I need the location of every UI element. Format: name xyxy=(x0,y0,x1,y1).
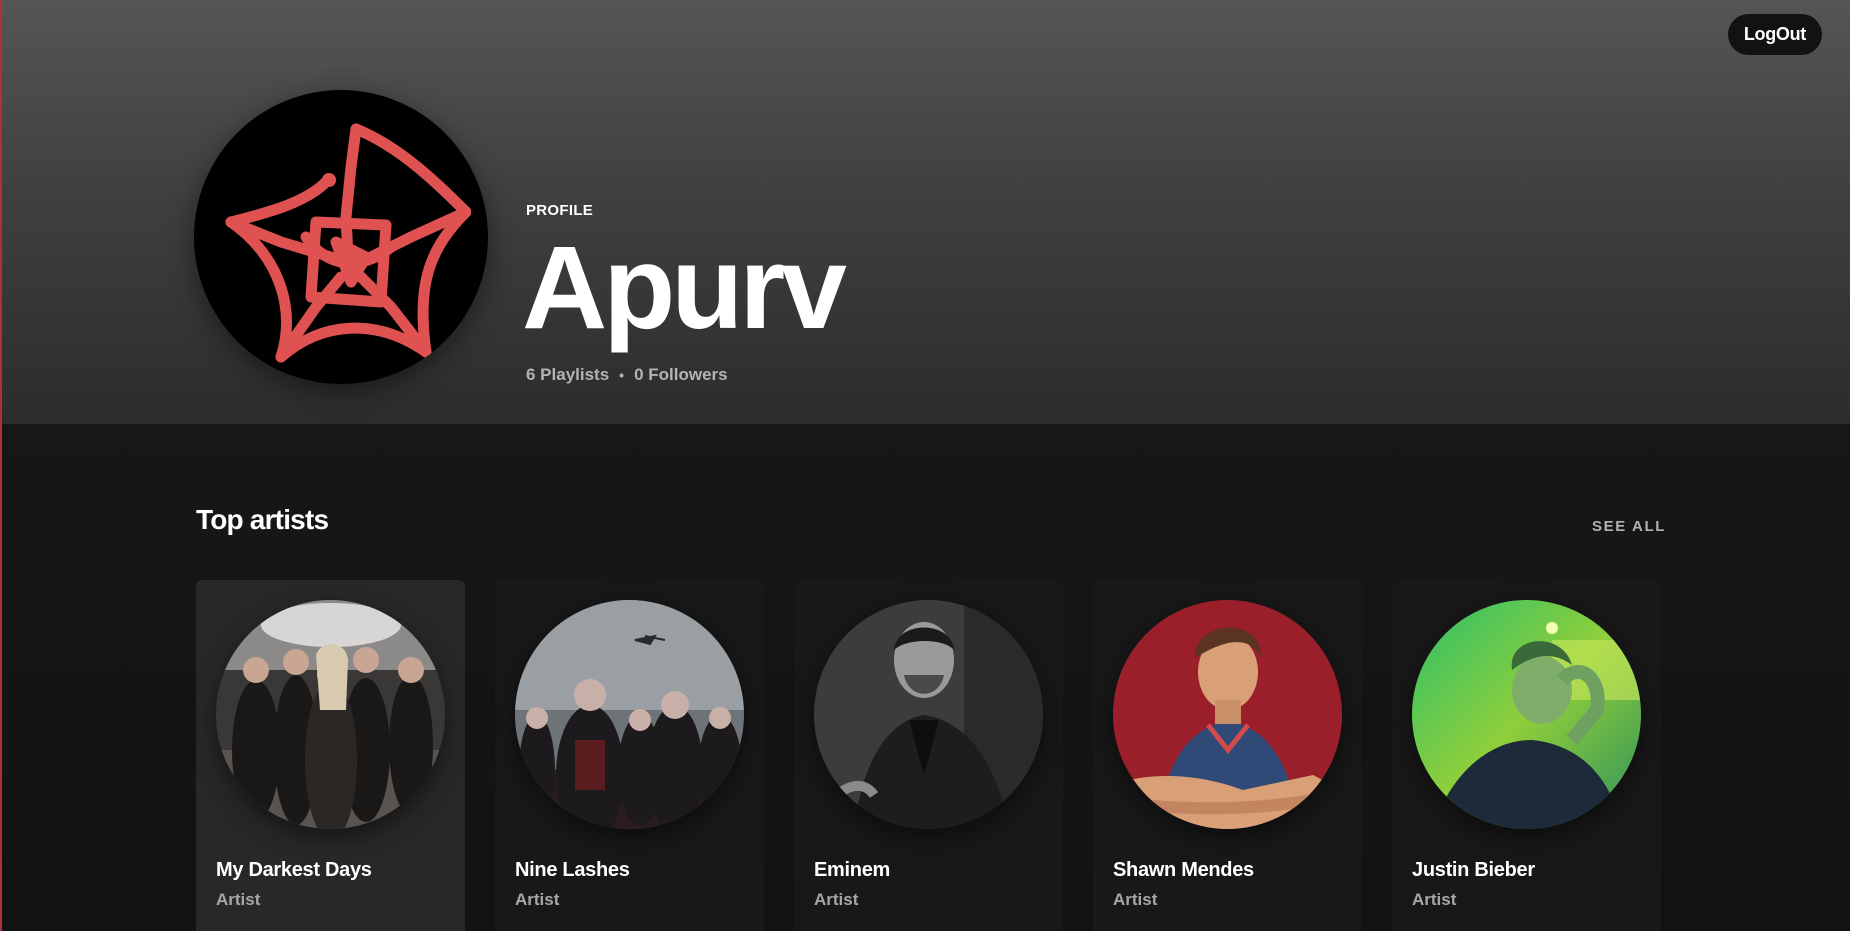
artist-card[interactable]: Eminem Artist xyxy=(794,580,1063,931)
artist-image xyxy=(814,600,1043,829)
artist-card[interactable]: Shawn Mendes Artist xyxy=(1093,580,1362,931)
artist-type: Artist xyxy=(216,890,261,909)
artist-name: Shawn Mendes xyxy=(1113,859,1254,881)
logout-button[interactable]: LogOut xyxy=(1727,14,1822,55)
profile-label: PROFILE xyxy=(526,202,594,219)
user-avatar xyxy=(194,90,488,384)
spider-web-logo-icon xyxy=(225,123,471,363)
followers-count[interactable]: 0 Followers xyxy=(634,365,728,385)
artist-image xyxy=(1113,600,1342,829)
artist-cards: My Darkest Days Artist Nine Lashes Artis… xyxy=(196,580,1661,931)
profile-stats: 6 Playlists • 0 Followers xyxy=(526,365,843,385)
artist-card[interactable]: My Darkest Days Artist xyxy=(196,580,465,931)
artist-image xyxy=(216,600,445,829)
artist-type: Artist xyxy=(1412,890,1457,909)
artist-name: Eminem xyxy=(814,859,891,881)
playlists-count[interactable]: 6 Playlists xyxy=(526,365,609,385)
artist-type: Artist xyxy=(814,890,859,909)
see-all-link[interactable]: SEE ALL xyxy=(1592,518,1666,535)
artist-card[interactable]: Justin Bieber Artist xyxy=(1392,580,1661,931)
artist-name: My Darkest Days xyxy=(216,859,372,881)
artist-image xyxy=(515,600,744,829)
top-artists-title: Top artists xyxy=(196,504,329,535)
profile-header: LogOut PROFILE Apurv 6 Playlists • 0 Fol… xyxy=(2,0,1850,424)
artist-name: Nine Lashes xyxy=(515,859,630,881)
profile-name: Apurv xyxy=(522,222,847,354)
profile-info: PROFILE Apurv 6 Playlists • 0 Followers xyxy=(522,202,847,385)
artist-card[interactable]: Nine Lashes Artist xyxy=(495,580,764,931)
stats-separator: • xyxy=(619,367,625,383)
artist-name: Justin Bieber xyxy=(1412,859,1535,881)
artist-image xyxy=(1412,600,1641,829)
artist-type: Artist xyxy=(515,890,560,909)
profile-page: LogOut PROFILE Apurv 6 Playlists • 0 Fol… xyxy=(0,0,1850,931)
artist-type: Artist xyxy=(1113,890,1158,909)
